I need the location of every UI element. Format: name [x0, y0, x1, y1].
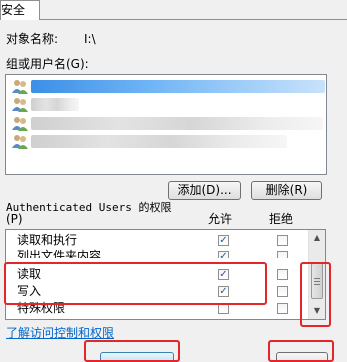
highlight-box [4, 262, 267, 305]
deny-checkbox[interactable] [277, 286, 288, 297]
allow-checkbox[interactable]: ✓ [218, 235, 229, 246]
user-name-redacted [31, 135, 287, 148]
remove-button[interactable]: 删除(R) [251, 181, 322, 200]
add-button[interactable]: 添加(D)... [168, 181, 241, 200]
group-user-names-label: 组或用户名(G): [6, 57, 89, 71]
tab-divider [40, 19, 347, 20]
highlight-box [300, 262, 331, 327]
tab-security-label: 安全 [1, 3, 26, 17]
allow-checkbox[interactable]: ✓ [218, 251, 229, 258]
user-list-item[interactable] [9, 78, 325, 95]
permissions-hotkey: (P) [6, 212, 23, 226]
deny-column-header: 拒绝 [269, 212, 294, 226]
object-name-value: I:\ [84, 32, 96, 46]
permission-row: 读取和执行 ✓ [6, 232, 306, 249]
permission-name: 列出文件夹内容 [17, 249, 102, 258]
users-group-icon [12, 135, 28, 149]
user-name-redacted [31, 80, 325, 93]
deny-checkbox[interactable] [277, 269, 288, 280]
tab-security[interactable]: 安全 [0, 0, 40, 20]
users-group-icon [12, 117, 28, 131]
highlight-box [84, 340, 180, 362]
scroll-up-icon[interactable]: ▲ [309, 230, 325, 246]
user-list-item[interactable] [9, 115, 325, 132]
highlight-box [268, 340, 334, 362]
user-list-item[interactable] [9, 96, 325, 113]
deny-checkbox[interactable] [277, 251, 288, 258]
group-user-list[interactable] [5, 74, 327, 175]
users-group-icon [12, 98, 28, 112]
permissions-title: Authenticated Users 的权限 [6, 201, 172, 214]
permission-row: 列出文件夹内容 ✓ [6, 248, 306, 258]
permission-name: 读取和执行 [17, 233, 78, 247]
user-name-redacted [31, 117, 323, 130]
object-name-label: 对象名称: [6, 32, 59, 46]
learn-access-control-link[interactable]: 了解访问控制和权限 [6, 326, 114, 340]
users-group-icon [12, 80, 28, 94]
allow-column-header: 允许 [208, 212, 233, 226]
deny-checkbox[interactable] [277, 235, 288, 246]
user-name-redacted [31, 98, 79, 111]
deny-checkbox[interactable] [277, 303, 288, 314]
user-list-item[interactable] [9, 133, 325, 150]
